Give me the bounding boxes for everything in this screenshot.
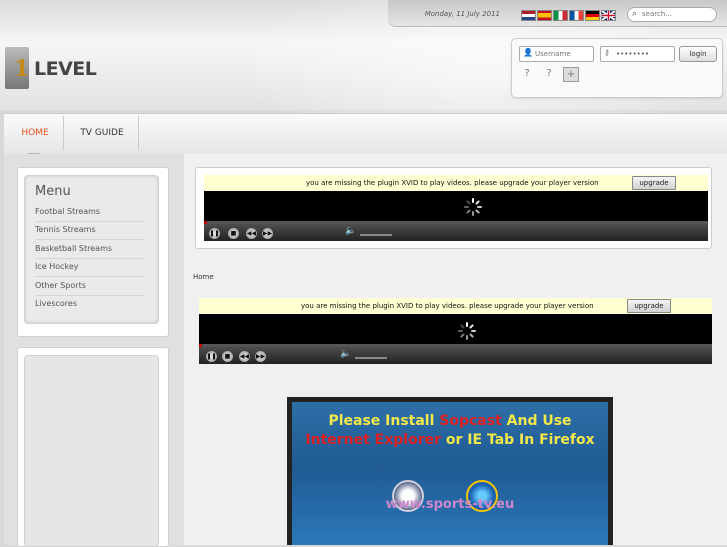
volume-slider[interactable] <box>360 234 392 236</box>
menu-item-tennis[interactable]: Tennis Streams <box>35 221 145 240</box>
player-controls <box>199 344 712 364</box>
video-screen[interactable] <box>199 314 712 344</box>
stop-icon[interactable]: ■ <box>228 228 239 239</box>
banner-text-highlight: Sopcast <box>439 413 502 429</box>
fast-forward-icon[interactable]: ▶▶ <box>255 351 266 362</box>
fast-forward-icon[interactable]: ▶▶ <box>262 228 273 239</box>
flag-fr-icon[interactable] <box>569 10 584 21</box>
current-date: Monday, 11 July 2011 <box>424 10 500 18</box>
register-user-icon[interactable]: + <box>563 67 579 82</box>
search-icon: ⌕ <box>632 9 638 19</box>
banner-url: www.sports-tv.eu <box>385 497 515 512</box>
nav-home[interactable]: HOME <box>10 113 60 153</box>
menu-item-ice-hockey[interactable]: Ice Hockey <box>35 258 145 277</box>
volume-icon[interactable]: 🔈 <box>345 226 356 236</box>
user-icon: 👤 <box>523 48 533 57</box>
rewind-icon[interactable]: ◀◀ <box>246 228 257 239</box>
flag-de-icon[interactable] <box>585 10 600 21</box>
username-input[interactable] <box>535 48 605 59</box>
banner-line-2: Internet Explorer or IE Tab In Firefox <box>292 432 608 448</box>
player-controls <box>204 221 708 241</box>
video-screen[interactable] <box>204 191 708 221</box>
banner-line-1: Please Install Sopcast And Use <box>292 413 608 429</box>
banner-text-highlight: Internet Explorer <box>305 432 442 448</box>
rewind-icon[interactable]: ◀◀ <box>239 351 250 362</box>
menu-item-other-sports[interactable]: Other Sports <box>35 277 145 296</box>
pause-icon[interactable]: ❚❚ <box>206 351 217 362</box>
menu-item-livescores[interactable]: Livescores <box>35 295 145 313</box>
plugin-warning-text: you are missing the plugin XVID to play … <box>306 179 599 187</box>
loading-spinner-icon <box>464 198 482 216</box>
loading-spinner-icon <box>458 322 476 340</box>
nav-tv-guide-label: TV GUIDE <box>80 128 124 138</box>
logo-text: LEVEL <box>34 58 97 80</box>
volume-slider[interactable] <box>355 357 387 359</box>
breadcrumb[interactable]: Home <box>193 273 214 281</box>
key-icon: ⚷ <box>604 48 610 57</box>
username-field[interactable]: 👤 <box>519 46 605 62</box>
plugin-warning-text: you are missing the plugin XVID to play … <box>301 302 594 310</box>
volume-icon[interactable]: 🔈 <box>340 349 351 359</box>
site-logo[interactable]: 1 LEVEL <box>5 42 100 94</box>
menu-item-football[interactable]: Footbal Streams <box>35 203 145 222</box>
search-input[interactable] <box>642 9 712 19</box>
pause-icon[interactable]: ❚❚ <box>209 228 220 239</box>
sidebar-box-panel <box>24 355 159 547</box>
logo-digit: 1 <box>14 56 30 82</box>
progress-bar[interactable] <box>199 344 712 347</box>
nav-tv-guide[interactable]: TV GUIDE <box>66 113 138 153</box>
forgot-password-icon[interactable]: ? <box>542 67 556 80</box>
menu-item-basketball[interactable]: Basketball Streams <box>35 240 145 259</box>
forgot-username-icon[interactable]: ? <box>520 67 534 80</box>
banner-text: And Use <box>501 413 572 429</box>
password-field[interactable]: ⚷ <box>600 46 686 62</box>
nav-divider <box>138 116 139 150</box>
flag-it-icon[interactable] <box>553 10 568 21</box>
upgrade-button[interactable]: upgrade <box>627 299 671 313</box>
flag-en-icon[interactable] <box>601 10 616 21</box>
banner-text: or IE Tab In Firefox <box>441 432 595 448</box>
flag-es-icon[interactable] <box>537 10 552 21</box>
progress-bar[interactable] <box>204 221 708 224</box>
search-box[interactable]: ⌕ <box>627 7 717 22</box>
login-button[interactable]: login <box>679 46 717 62</box>
upgrade-button[interactable]: upgrade <box>632 176 676 190</box>
password-input[interactable] <box>616 48 686 59</box>
stop-icon[interactable]: ■ <box>222 351 233 362</box>
nav-divider <box>63 116 64 150</box>
nav-home-label: HOME <box>21 128 49 138</box>
banner-text: Please Install <box>328 413 440 429</box>
flag-nl-icon[interactable] <box>521 10 536 21</box>
menu-title: Menu <box>35 184 71 199</box>
